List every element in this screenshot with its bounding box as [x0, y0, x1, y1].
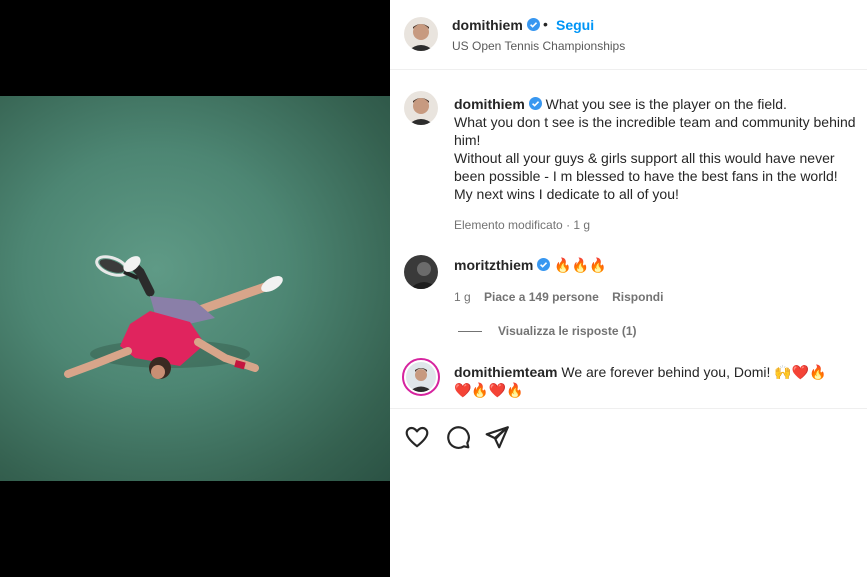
comment: domithiemteam We are forever behind you,…	[454, 363, 844, 399]
like-button[interactable]	[404, 424, 430, 450]
share-button[interactable]	[484, 424, 510, 450]
caption-text-line: What you see is the player on the field.	[545, 96, 787, 112]
view-replies-label[interactable]: Visualizza le risposte (1)	[498, 324, 637, 338]
comment-text: 🔥🔥🔥	[554, 257, 607, 273]
commenter-avatar-story-ring[interactable]	[402, 358, 440, 396]
follow-button[interactable]: Segui	[556, 17, 594, 33]
caption-text-line: Without all your guys & girls support al…	[454, 150, 838, 184]
post-action-bar	[390, 408, 867, 464]
author-username[interactable]: domithiem	[452, 17, 540, 33]
author-avatar[interactable]	[404, 17, 438, 51]
commenter-avatar[interactable]	[404, 255, 438, 289]
verified-badge-icon	[537, 258, 551, 271]
caption-username[interactable]: domithiem	[454, 96, 525, 112]
comment-icon	[447, 426, 470, 449]
replies-divider-line	[458, 331, 482, 333]
avatar-image	[406, 362, 436, 392]
caption-author-avatar[interactable]	[404, 91, 438, 125]
post-photo[interactable]	[0, 96, 390, 481]
comment-time[interactable]: 1 g	[454, 290, 471, 304]
reply-button[interactable]: Rispondi	[612, 290, 663, 304]
comment-username[interactable]: moritzthiem	[454, 257, 533, 273]
author-username-text[interactable]: domithiem	[452, 17, 523, 33]
post-header: domithiem • Segui US Open Tennis Champio…	[390, 0, 867, 70]
meta-separator: ·	[566, 218, 571, 232]
edited-label: Elemento modificato	[454, 218, 563, 232]
share-icon	[485, 426, 509, 449]
header-separator: •	[543, 16, 548, 32]
post-caption: domithiem What you see is the player on …	[454, 95, 860, 203]
comment-likes[interactable]: Piace a 149 persone	[484, 290, 599, 304]
caption-meta: Elemento modificato · 1 g	[454, 218, 590, 232]
view-replies-button[interactable]: Visualizza le risposte (1)	[458, 324, 637, 338]
comment: moritzthiem 🔥🔥🔥	[454, 257, 607, 274]
comment-username[interactable]: domithiemteam	[454, 364, 557, 380]
post-media-panel	[0, 0, 390, 577]
caption-text-line: My next wins I dedicate to all of you!	[454, 186, 679, 202]
avatar-image	[404, 255, 438, 289]
caption-text-line: What you don t see is the incredible tea…	[454, 114, 856, 148]
avatar-image	[404, 17, 438, 51]
verified-badge-icon	[528, 97, 542, 110]
avatar-image	[404, 91, 438, 125]
tennis-player-image	[64, 255, 283, 379]
post-location[interactable]: US Open Tennis Championships	[452, 39, 625, 53]
comment-actions: 1 g Piace a 149 persone Rispondi	[454, 290, 673, 304]
caption-line-1: domithiem What you see is the player on …	[454, 95, 860, 113]
comment-button[interactable]	[445, 424, 471, 450]
verified-badge-icon	[526, 18, 540, 31]
post-details-panel: domithiem • Segui US Open Tennis Champio…	[390, 0, 867, 577]
heart-icon	[405, 426, 429, 448]
caption-time[interactable]: 1 g	[573, 218, 590, 232]
